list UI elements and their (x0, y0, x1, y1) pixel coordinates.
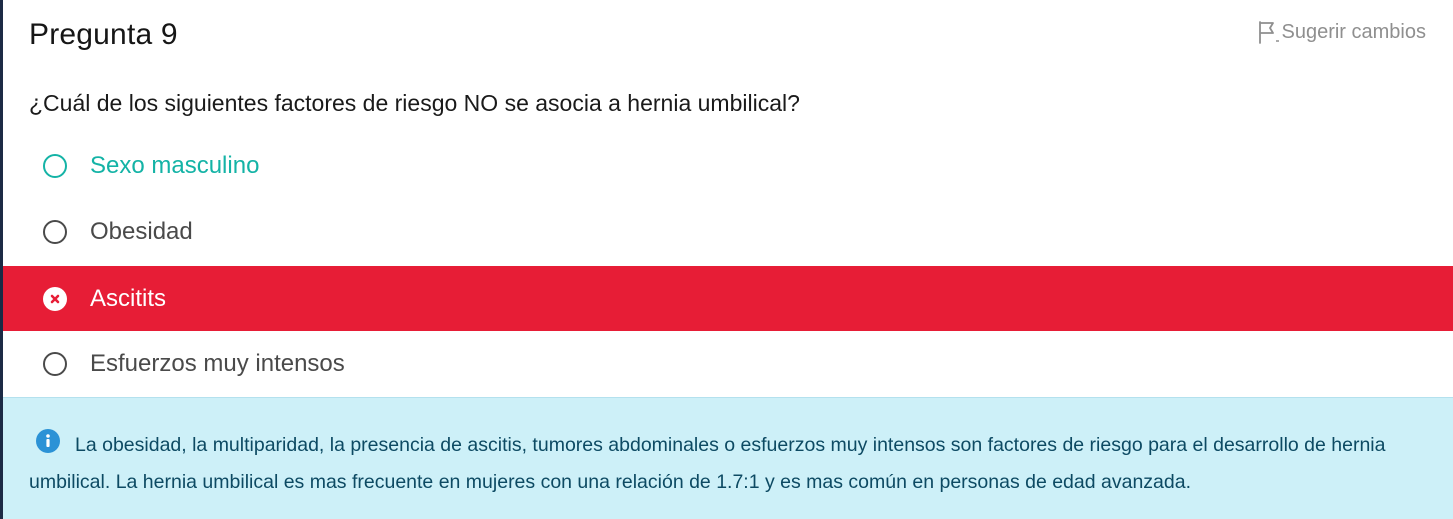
question-text: ¿Cuál de los siguientes factores de ries… (29, 90, 800, 116)
answer-option-sexo-masculino[interactable]: Sexo masculino (3, 133, 1453, 198)
flag-icon (1257, 20, 1280, 44)
suggest-changes-label: Sugerir cambios (1281, 21, 1426, 43)
explanation-text: La obesidad, la multiparidad, la presenc… (29, 434, 1386, 493)
question-card: Pregunta 9 Sugerir cambios ¿Cuál de los … (0, 0, 1453, 519)
suggest-changes-link[interactable]: Sugerir cambios (1257, 19, 1426, 45)
answer-option-obesidad[interactable]: Obesidad (3, 199, 1453, 264)
x-circle-icon[interactable] (43, 286, 67, 311)
answer-option-label: Obesidad (90, 217, 193, 245)
answer-option-label: Ascitits (90, 284, 167, 312)
question-header: Pregunta 9 Sugerir cambios (3, 0, 1453, 70)
radio-empty-icon[interactable] (43, 153, 67, 178)
answer-option-esfuerzos[interactable]: Esfuerzos muy intensos (3, 331, 1453, 396)
explanation-box: La obesidad, la multiparidad, la presenc… (3, 397, 1453, 519)
question-title: Pregunta 9 (29, 18, 178, 51)
radio-empty-icon[interactable] (43, 351, 67, 376)
answer-option-label: Sexo masculino (90, 151, 260, 179)
answer-option-ascitits[interactable]: Ascitits (3, 266, 1453, 331)
answer-option-label: Esfuerzos muy intensos (90, 349, 345, 377)
radio-empty-icon[interactable] (43, 219, 67, 244)
